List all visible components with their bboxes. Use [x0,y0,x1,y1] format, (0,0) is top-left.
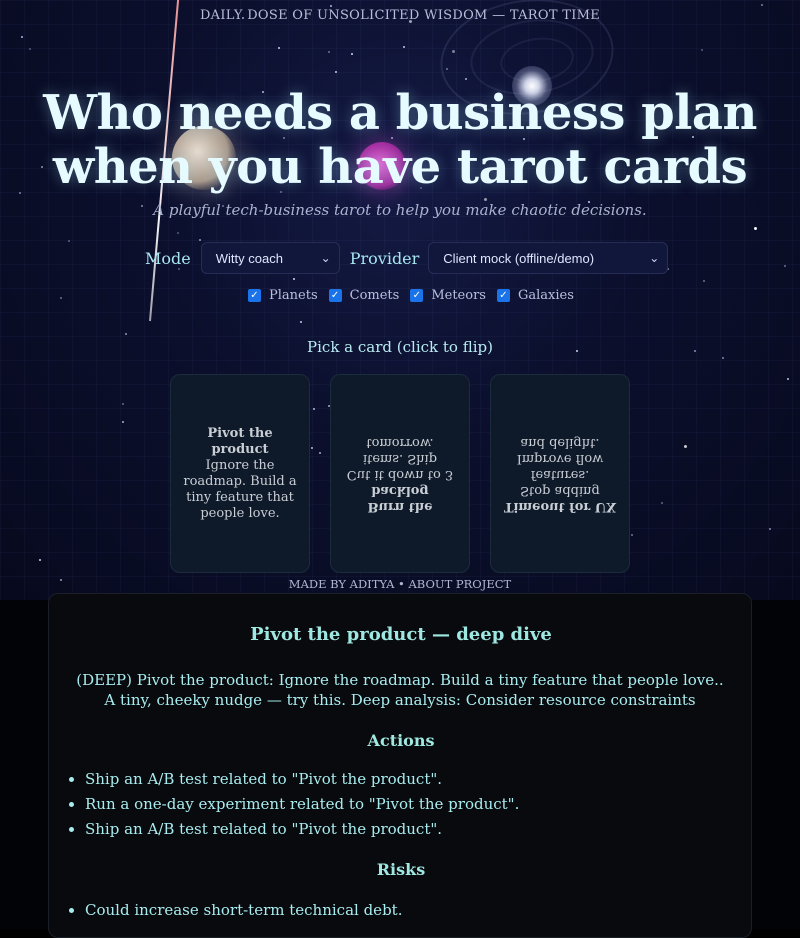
star [769,528,771,530]
star [319,452,321,454]
card-body: Cut it down to 3 items. Ship tomorrow. [346,434,454,482]
card-face-reversed: Burn the backlog Cut it down to 3 items.… [343,434,457,514]
card-body: Ignore the roadmap. Build a tiny feature… [183,457,297,521]
provider-label: Provider [349,248,420,268]
toggle-planets[interactable]: ✓ Planets [248,288,318,303]
star [452,50,455,53]
star [39,559,41,561]
tagline: DAILY DOSE OF UNSOLICITED WISDOM — TAROT… [199,8,601,23]
chevron-down-icon: ⌄ [320,251,331,265]
star [177,232,179,234]
toggle-label: Comets [349,288,400,303]
star [300,321,302,323]
controls-bar: Mode Witty coach ⌄ Provider Client mock … [145,241,669,275]
checkbox-checked-icon[interactable]: ✓ [410,289,424,302]
tarot-card[interactable]: Pivot the product Ignore the roadmap. Bu… [170,374,310,573]
star [122,403,124,405]
star [293,278,295,280]
action-item: Ship an A/B test related to "Pivot the p… [85,769,519,794]
star [787,378,789,380]
risk-item: Could increase short-term technical debt… [85,900,402,925]
mode-select-value: Witty coach [215,250,283,266]
provider-select[interactable]: Client mock (offline/demo) ⌄ [428,242,669,274]
star [761,4,763,6]
star [125,333,127,335]
star [122,421,124,423]
tarot-card[interactable]: Burn the backlog Cut it down to 3 items.… [330,374,470,573]
star [701,49,703,51]
chevron-down-icon: ⌄ [649,251,660,265]
star [754,227,757,230]
star [403,46,405,48]
checkbox-checked-icon[interactable]: ✓ [328,289,342,302]
star [330,5,332,7]
cards-prompt: Pick a card (click to flip) [307,338,493,356]
card-body: Stop adding features. Improve flow and d… [516,434,604,498]
toggle-label: Planets [269,288,318,303]
effects-toggles: ✓ Planets ✓ Comets ✓ Meteors ✓ Galaxies [248,288,585,303]
card-face-reversed: Timeout for UX Stop adding features. Imp… [503,434,617,514]
checkbox-checked-icon[interactable]: ✓ [496,289,510,302]
risks-heading: Risks [376,860,426,879]
toggle-comets[interactable]: ✓ Comets [328,288,400,303]
star [335,71,337,73]
star [722,357,724,359]
star [661,502,663,504]
card-detail-panel: Pivot the product — deep dive (DEEP) Piv… [48,593,752,938]
tarot-card[interactable]: Timeout for UX Stop adding features. Imp… [490,374,630,573]
provider-select-value: Client mock (offline/demo) [443,250,595,266]
star [784,265,786,267]
star [328,51,330,53]
card-title: Timeout for UX [503,498,617,514]
star [446,68,448,70]
mode-select[interactable]: Witty coach ⌄ [200,242,340,274]
page-title: Who needs a business plan when you have … [0,86,800,194]
headline-line-2: when you have tarot cards [52,139,748,195]
star [313,408,315,410]
subtitle: A playful tech-business tarot to help yo… [153,201,647,219]
card-face: Pivot the product Ignore the roadmap. Bu… [183,426,297,522]
action-item: Run a one-day experiment related to "Piv… [85,794,519,819]
toggle-galaxies[interactable]: ✓ Galaxies [496,288,574,303]
mode-label: Mode [145,248,191,268]
star [68,240,70,242]
detail-description: (DEEP) Pivot the product: Ignore the roa… [76,671,724,709]
star [60,297,62,299]
checkbox-checked-icon[interactable]: ✓ [248,289,261,302]
card-title: Burn the backlog [367,482,433,514]
action-item: Ship an A/B test related to "Pivot the p… [85,819,519,844]
risks-list: Could increase short-term technical debt… [65,900,402,925]
toggle-label: Galaxies [517,288,574,303]
star [29,48,31,50]
star [311,447,313,449]
toggle-meteors[interactable]: ✓ Meteors [410,288,486,303]
card-title: Pivot the product [207,425,273,457]
star [351,53,353,55]
detail-title: Pivot the product — deep dive [250,624,552,645]
toggle-label: Meteors [431,288,486,303]
footer-links[interactable]: MADE BY ADITYA • ABOUT PROJECT [0,577,800,591]
actions-list: Ship an A/B test related to "Pivot the p… [65,769,519,844]
star [684,445,687,448]
star [703,280,705,282]
star [465,78,467,80]
star [631,534,633,536]
star [278,47,280,49]
actions-heading: Actions [367,731,435,750]
headline-line-1: Who needs a business plan [43,85,757,141]
star [21,36,23,38]
